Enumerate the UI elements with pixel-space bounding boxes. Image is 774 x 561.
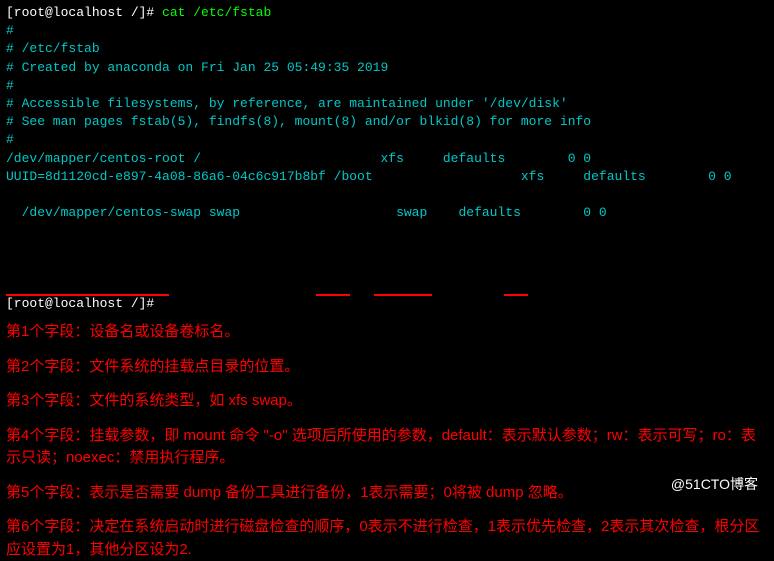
annotations-block: 第1个字段：设备名或设备卷标名。 第2个字段：文件系统的挂载点目录的位置。 第3… [6,313,768,561]
watermark: @51CTO博客 [671,475,758,495]
fstab-swap-line: /dev/mapper/centos-swap swap swap defaul… [6,186,768,295]
fstab-line: # [6,77,768,95]
prompt-line-2[interactable]: [root@localhost /]# [6,295,768,313]
fstab-line: /dev/mapper/centos-root / xfs defaults 0… [6,150,768,168]
underline-field4 [374,294,432,296]
annotation-field-5: 第5个字段：表示是否需要 dump 备份工具进行备份，1表示需要；0将被 dum… [6,482,768,505]
prompt-user-host: [root@localhost /]# [6,5,154,20]
underline-field56 [504,294,528,296]
command-text: cat /etc/fstab [154,5,271,20]
prompt-user-host: [root@localhost /]# [6,296,154,311]
annotation-field-4: 第4个字段：挂载参数，即 mount 命令 "-o" 选项后所使用的参数，def… [6,425,768,470]
fstab-line: # [6,22,768,40]
fstab-line: # Accessible filesystems, by reference, … [6,95,768,113]
cursor [154,296,162,311]
underline-field1 [6,294,169,296]
fstab-line: /dev/mapper/centos-swap swap swap defaul… [22,205,607,220]
fstab-line: # See man pages fstab(5), findfs(8), mou… [6,113,768,131]
annotation-field-3: 第3个字段：文件的系统类型，如 xfs swap。 [6,390,768,413]
underline-field3 [316,294,350,296]
annotation-field-6: 第6个字段：决定在系统启动时进行磁盘检查的顺序，0表示不进行检查，1表示优先检查… [6,516,768,561]
annotation-field-2: 第2个字段：文件系统的挂载点目录的位置。 [6,356,768,379]
prompt-line-1: [root@localhost /]# cat /etc/fstab [6,4,768,22]
fstab-line: UUID=8d1120cd-e897-4a08-86a6-04c6c917b8b… [6,168,768,186]
fstab-line: # /etc/fstab [6,40,768,58]
fstab-line: # [6,131,768,149]
fstab-line: # Created by anaconda on Fri Jan 25 05:4… [6,59,768,77]
annotation-field-1: 第1个字段：设备名或设备卷标名。 [6,321,768,344]
